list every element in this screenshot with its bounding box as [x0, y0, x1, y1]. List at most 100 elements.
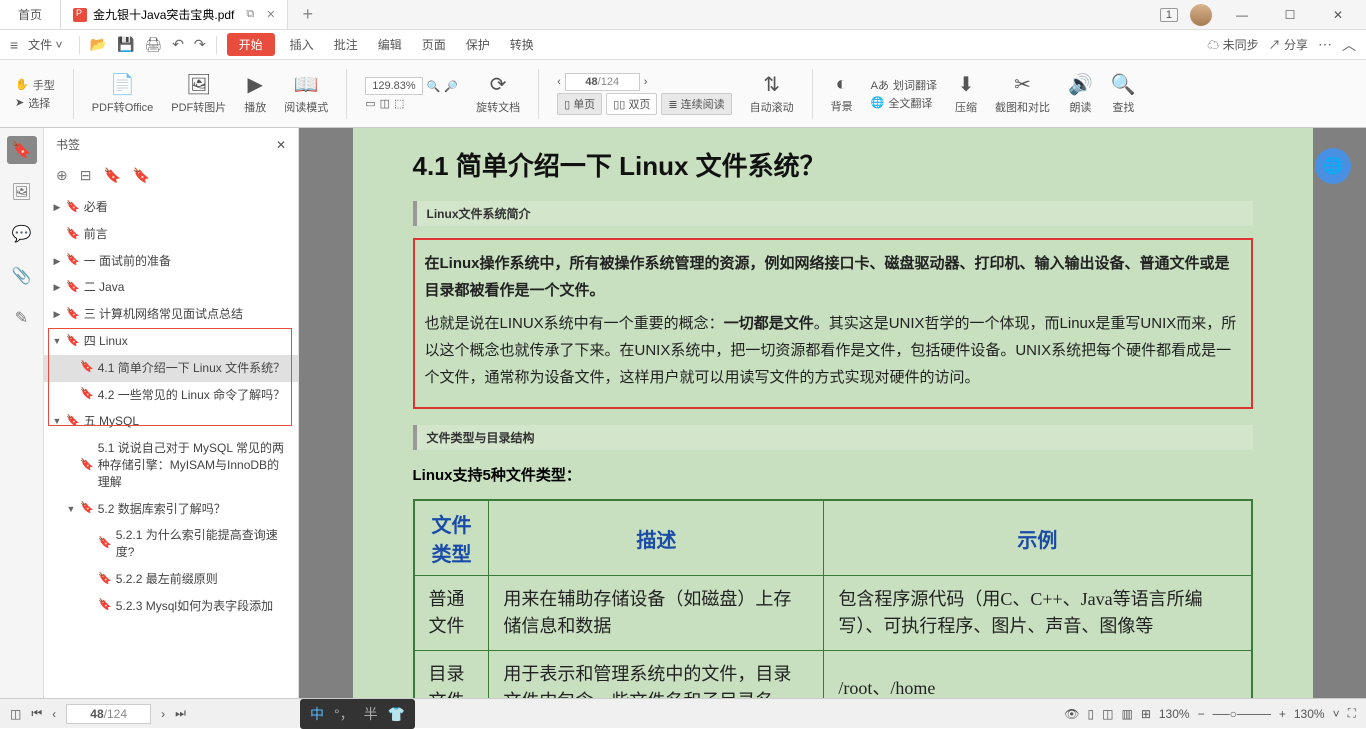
- annotate-tab[interactable]: 批注: [329, 36, 363, 53]
- view3-icon[interactable]: ▥: [1121, 707, 1132, 721]
- bookmark-item[interactable]: 🔖4.2 一些常见的 Linux 命令了解吗？: [44, 382, 298, 409]
- edit-rail-icon[interactable]: ✎: [7, 304, 37, 332]
- read-aloud[interactable]: 🔊朗读: [1063, 72, 1098, 115]
- auto-scroll[interactable]: ⇅自动滚动: [745, 72, 799, 115]
- background-button[interactable]: ◐背景: [826, 73, 858, 114]
- insert-tab[interactable]: 插入: [285, 36, 319, 53]
- bookmark-item[interactable]: 🔖5.1 说说自己对于 MySQL 常见的两种存储引擎：MyISAM与InnoD…: [44, 435, 298, 495]
- comment-rail-icon[interactable]: 💬: [7, 220, 37, 248]
- bookmark-item[interactable]: 🔖5.2.2 最左前缀原则: [44, 566, 298, 593]
- bookmark-item[interactable]: 🔖5.2.3 Mysql如何为表字段添加: [44, 593, 298, 620]
- fullscreen-icon[interactable]: ⛶: [1348, 706, 1356, 721]
- home-tab[interactable]: 首页: [0, 0, 61, 29]
- new-tab-button[interactable]: +: [288, 4, 327, 25]
- zoom-plus-icon[interactable]: +: [1279, 707, 1286, 721]
- find-button[interactable]: 🔍查找: [1106, 72, 1141, 115]
- share-button[interactable]: ↗ 分享: [1269, 36, 1308, 53]
- prev-page-icon[interactable]: ‹: [52, 707, 56, 721]
- bookmark-item[interactable]: ▶🔖二 Java: [44, 274, 298, 301]
- next-page-icon[interactable]: ›: [161, 707, 165, 721]
- last-page-icon[interactable]: ⏭: [175, 706, 186, 721]
- bm-expand-icon[interactable]: ⊟: [80, 167, 92, 184]
- attach-rail-icon[interactable]: 📎: [7, 262, 37, 290]
- more-icon[interactable]: ⋯: [1318, 36, 1332, 53]
- chevron-up-icon[interactable]: ︿: [1342, 35, 1356, 55]
- save-icon[interactable]: 💾: [117, 36, 134, 53]
- pdf-to-office[interactable]: 📄PDF转Office: [87, 72, 159, 115]
- bm-add-icon[interactable]: ⊕: [56, 167, 68, 184]
- tab-dup-icon[interactable]: ⧉: [246, 8, 254, 21]
- continuous-button[interactable]: ≣ 连续阅读: [661, 93, 731, 115]
- bookmark-item[interactable]: ▶🔖一 面试前的准备: [44, 248, 298, 275]
- rotate-doc[interactable]: ⟳旋转文档: [471, 72, 525, 115]
- bookmark-item[interactable]: ▼🔖四 Linux: [44, 328, 298, 355]
- window-count[interactable]: 1: [1160, 8, 1178, 22]
- bm-flag2-icon[interactable]: 🔖: [133, 167, 150, 184]
- fit-page-icon[interactable]: ◫: [380, 97, 390, 110]
- close-panel-icon[interactable]: ✕: [276, 138, 286, 152]
- float-translate-icon[interactable]: 🌐: [1315, 148, 1351, 184]
- zoom-input[interactable]: 129.83%: [365, 77, 422, 95]
- bookmark-item[interactable]: 🔖4.1 简单介绍一下 Linux 文件系统？: [44, 355, 298, 382]
- document-view[interactable]: 🌐 4.1 简单介绍一下 Linux 文件系统？ Linux文件系统简介 在Li…: [299, 128, 1366, 698]
- redo-icon[interactable]: ↷: [194, 36, 206, 53]
- bookmark-item[interactable]: ▶🔖必看: [44, 194, 298, 221]
- zoom-dropdown-icon[interactable]: ˅: [1333, 707, 1340, 721]
- view1-icon[interactable]: ▯: [1088, 707, 1095, 721]
- nav-last-icon[interactable]: ›: [644, 76, 648, 88]
- zoom-slider[interactable]: ──○────: [1213, 707, 1271, 721]
- fit-width-icon[interactable]: ▭: [365, 97, 375, 110]
- bm-flag1-icon[interactable]: 🔖: [103, 167, 120, 184]
- thumbnail-rail-icon[interactable]: 🖼: [7, 178, 37, 206]
- read-mode[interactable]: 📖阅读模式: [279, 72, 333, 115]
- status-page-input[interactable]: 48/124: [66, 704, 151, 724]
- avatar[interactable]: [1190, 4, 1212, 26]
- expand-arrow-icon[interactable]: ▼: [66, 503, 76, 516]
- nav-first-icon[interactable]: ‹: [557, 76, 561, 88]
- print-icon[interactable]: 🖨: [144, 36, 162, 53]
- protect-tab[interactable]: 保护: [461, 36, 495, 53]
- bookmark-item[interactable]: ▼🔖五 MySQL: [44, 408, 298, 435]
- expand-arrow-icon[interactable]: ▶: [52, 308, 62, 321]
- play-button[interactable]: ▶播放: [239, 72, 271, 115]
- minimize-icon[interactable]: —: [1224, 8, 1260, 22]
- ime-bar[interactable]: 中 °， 半 👕: [300, 699, 415, 729]
- double-page-button[interactable]: ▯▯ 双页: [606, 93, 657, 115]
- undo-icon[interactable]: ↶: [172, 36, 184, 53]
- expand-arrow-icon[interactable]: ▶: [52, 281, 62, 294]
- pdf-to-image[interactable]: 🖼PDF转图片: [166, 72, 231, 115]
- expand-arrow-icon[interactable]: ▶: [52, 255, 62, 268]
- bookmark-item[interactable]: ▼🔖5.2 数据库索引了解吗？: [44, 496, 298, 523]
- zoom-value[interactable]: 130%: [1294, 707, 1325, 721]
- panel-toggle-icon[interactable]: ◫: [10, 707, 21, 721]
- edit-tab[interactable]: 编辑: [373, 36, 407, 53]
- actual-size-icon[interactable]: ⬚: [394, 97, 404, 110]
- expand-arrow-icon[interactable]: ▶: [52, 201, 62, 214]
- start-tab[interactable]: 开始: [227, 33, 275, 56]
- sync-status[interactable]: ☁ 未同步: [1207, 36, 1258, 53]
- eye-icon[interactable]: 👁: [1064, 707, 1079, 721]
- bookmark-rail-icon[interactable]: 🔖: [7, 136, 37, 164]
- first-page-icon[interactable]: ⏮: [31, 706, 42, 721]
- crop-compare[interactable]: ✂截图和对比: [990, 72, 1055, 115]
- zoom-out-icon[interactable]: 🔍: [427, 80, 441, 93]
- maximize-icon[interactable]: ☐: [1272, 8, 1308, 22]
- hamburger-icon[interactable]: ≡: [10, 37, 18, 53]
- compress-button[interactable]: ⬇压缩: [950, 72, 982, 115]
- bookmark-item[interactable]: 🔖5.2.1 为什么索引能提高查询速度?: [44, 522, 298, 566]
- open-icon[interactable]: 📂: [90, 36, 107, 53]
- bookmark-item[interactable]: ▶🔖三 计算机网络常见面试点总结: [44, 301, 298, 328]
- select-tool[interactable]: ➤选择: [15, 95, 55, 111]
- expand-arrow-icon[interactable]: ▼: [52, 335, 62, 348]
- document-tab[interactable]: 金九银十Java突击宝典.pdf ⧉ ✕: [61, 0, 288, 29]
- view4-icon[interactable]: ⊞: [1141, 707, 1151, 721]
- convert-tab[interactable]: 转换: [505, 36, 539, 53]
- zoom-in-icon[interactable]: 🔎: [444, 80, 458, 93]
- close-window-icon[interactable]: ✕: [1320, 8, 1356, 22]
- bookmark-item[interactable]: 🔖前言: [44, 221, 298, 248]
- view2-icon[interactable]: ◫: [1102, 707, 1113, 721]
- zoom-minus-icon[interactable]: −: [1198, 707, 1205, 721]
- file-menu[interactable]: 文件 ˅: [28, 36, 62, 53]
- hand-tool[interactable]: ✋手型: [15, 77, 55, 93]
- expand-arrow-icon[interactable]: ▼: [52, 415, 62, 428]
